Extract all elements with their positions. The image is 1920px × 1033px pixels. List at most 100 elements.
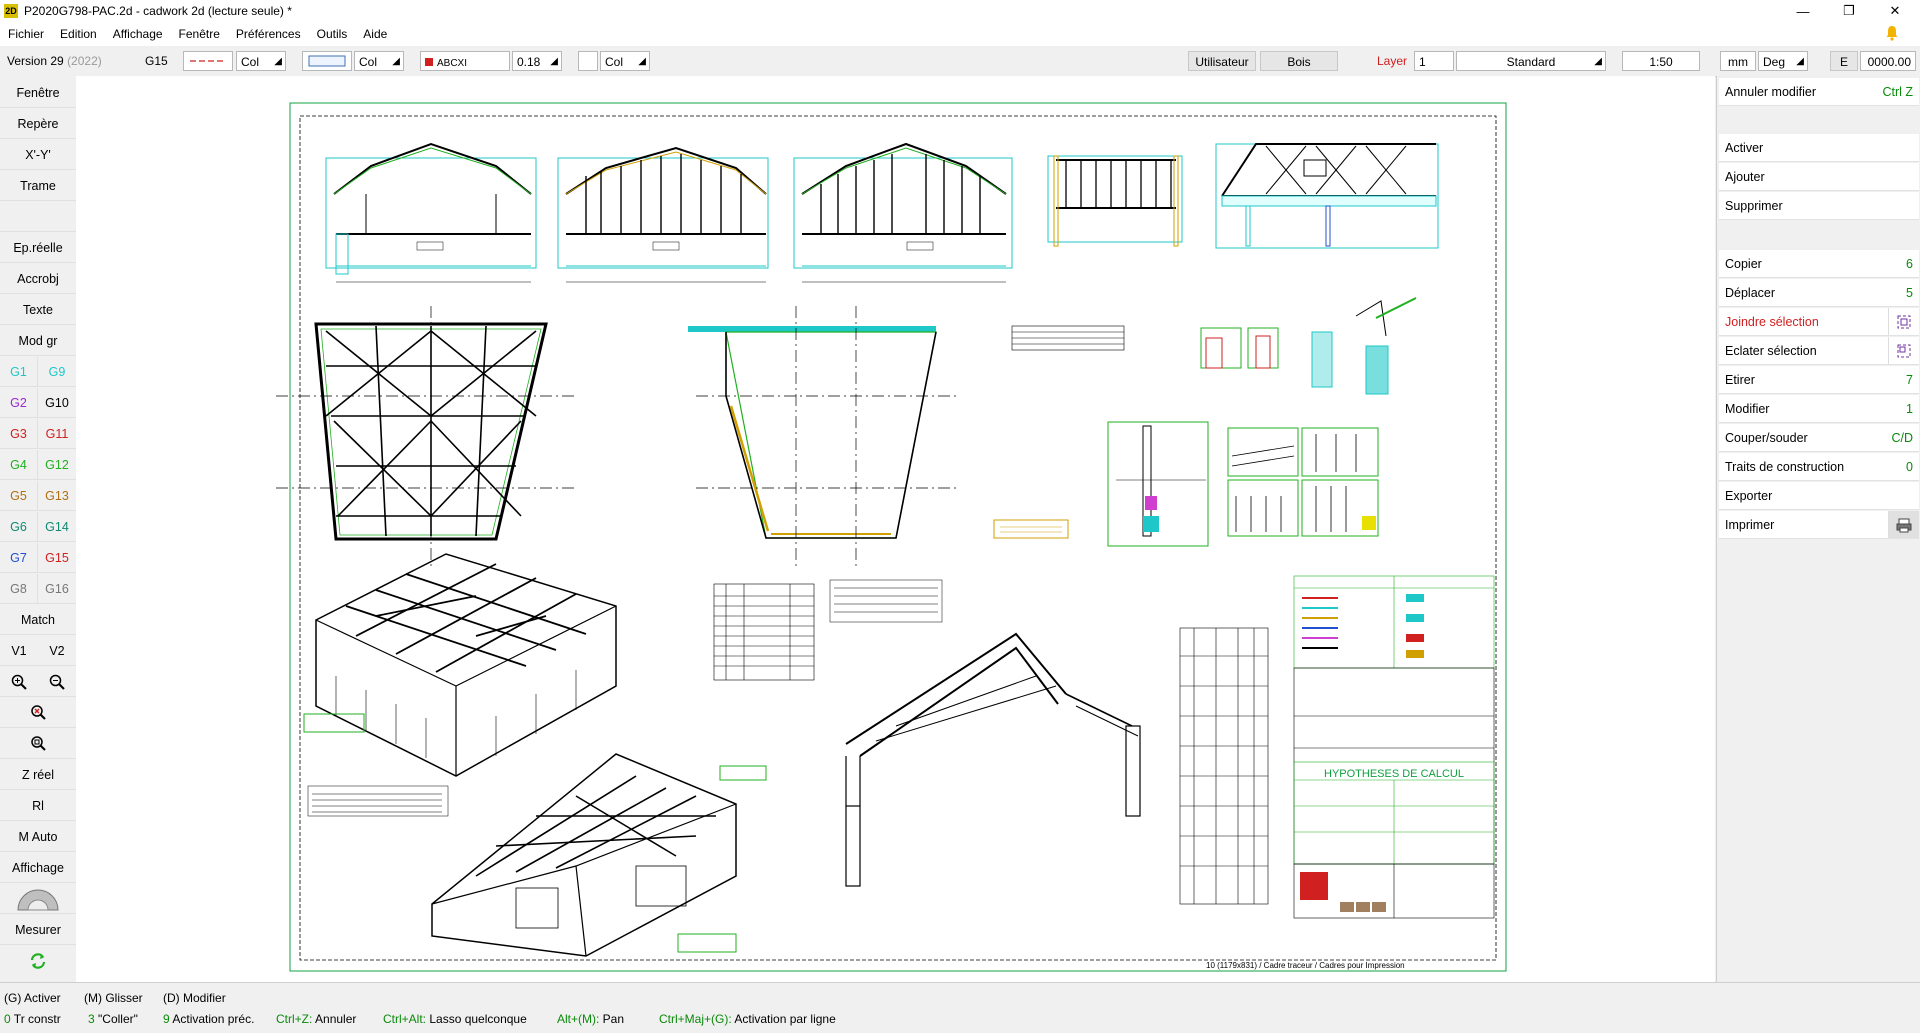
section-view-4 xyxy=(1047,155,1183,247)
trame-button[interactable]: Trame xyxy=(0,171,76,201)
e-button[interactable]: E xyxy=(1830,51,1858,71)
accrobj-button[interactable]: Accrobj xyxy=(0,264,76,294)
group-button-g9[interactable]: G9 xyxy=(38,357,76,387)
restore-button[interactable]: ❐ xyxy=(1826,0,1872,22)
text-style-selector[interactable]: ABCXI xyxy=(420,51,510,71)
unit-selector[interactable]: mm xyxy=(1720,51,1756,71)
menu-preferences[interactable]: Préférences xyxy=(228,27,309,41)
fenetre-button[interactable]: Fenêtre xyxy=(0,78,76,108)
e-value-field[interactable]: 0000.00 xyxy=(1860,51,1916,71)
zoom-all-button[interactable] xyxy=(0,729,76,759)
fill-type-selector[interactable] xyxy=(302,51,352,71)
z-reel-button[interactable]: Z réel xyxy=(0,760,76,790)
app-icon: 2D xyxy=(4,4,18,18)
menu-aide[interactable]: Aide xyxy=(355,27,395,41)
modifier-button[interactable]: Modifier 1 xyxy=(1719,395,1919,423)
note-block xyxy=(307,785,449,817)
group-button-g12[interactable]: G12 xyxy=(38,450,76,480)
menu-fichier[interactable]: Fichier xyxy=(0,27,52,41)
repere-button[interactable]: Repère xyxy=(0,109,76,139)
pattern-color-selector[interactable]: Col ◢ xyxy=(600,51,650,71)
menu-edition[interactable]: Edition xyxy=(52,27,105,41)
group-button-g15[interactable]: G15 xyxy=(38,543,76,573)
affichage-button[interactable]: Affichage xyxy=(0,853,76,883)
copier-button[interactable]: Copier 6 xyxy=(1719,250,1919,278)
deplacer-button[interactable]: Déplacer 5 xyxy=(1719,279,1919,307)
dropdown-arrow-icon: ◢ xyxy=(638,56,646,67)
group-button-g11[interactable]: G11 xyxy=(38,419,76,449)
m-auto-button[interactable]: M Auto xyxy=(0,822,76,852)
line-width-selector[interactable]: 0.18 ◢ xyxy=(512,51,562,71)
texte-button[interactable]: Texte xyxy=(0,295,76,325)
couper-souder-button[interactable]: Couper/souder C/D xyxy=(1719,424,1919,452)
rl-button[interactable]: Rl xyxy=(0,791,76,821)
menu-affichage[interactable]: Affichage xyxy=(105,27,171,41)
window-title: P2020G798-PAC.2d - cadwork 2d (lecture s… xyxy=(24,4,292,18)
menu-outils[interactable]: Outils xyxy=(309,27,356,41)
group-button-g13[interactable]: G13 xyxy=(38,481,76,511)
zoom-previous-button[interactable] xyxy=(0,698,76,728)
protractor-button[interactable] xyxy=(0,884,76,914)
group-button-g3[interactable]: G3 xyxy=(0,419,38,449)
material-button[interactable]: Bois xyxy=(1260,51,1338,71)
zoom-out-button[interactable] xyxy=(38,667,76,697)
rectangle-fill-icon xyxy=(308,55,346,67)
bell-icon[interactable] xyxy=(1884,24,1900,42)
supprimer-button[interactable]: Supprimer xyxy=(1719,192,1919,220)
angle-unit-selector[interactable]: Deg ◢ xyxy=(1758,51,1808,71)
group-button-g6[interactable]: G6 xyxy=(0,512,38,542)
zoom-in-button[interactable] xyxy=(0,667,38,697)
layer-value[interactable]: 1 xyxy=(1414,51,1454,71)
hint-coller: 3 "Coller" xyxy=(88,1012,138,1026)
etirer-button[interactable]: Etirer 7 xyxy=(1719,366,1919,394)
group-button-g2[interactable]: G2 xyxy=(0,388,38,418)
ajouter-button[interactable]: Ajouter xyxy=(1719,163,1919,191)
joindre-selection-button[interactable]: Joindre sélection xyxy=(1719,308,1919,336)
user-button[interactable]: Utilisateur xyxy=(1188,51,1256,71)
group-button-g5[interactable]: G5 xyxy=(0,481,38,511)
left-tool-panel: Fenêtre Repère X'-Y' Trame Ep.réelle Acc… xyxy=(0,76,77,982)
refresh-button[interactable] xyxy=(0,946,76,976)
traits-construction-button[interactable]: Traits de construction 0 xyxy=(1719,453,1919,481)
right-command-panel: Annuler modifier Ctrl Z Activer Ajouter S… xyxy=(1716,76,1920,982)
activer-button[interactable]: Activer xyxy=(1719,134,1919,162)
join-selection-icon xyxy=(1888,308,1919,335)
match-button[interactable]: Match xyxy=(0,605,76,635)
version-label: Version 29 (2022) xyxy=(7,54,102,68)
group-button-g4[interactable]: G4 xyxy=(0,450,38,480)
hint-pan: Alt+(M): Pan xyxy=(557,1012,625,1026)
v2-button[interactable]: V2 xyxy=(38,636,76,666)
dropdown-arrow-icon: ◢ xyxy=(1796,56,1804,67)
group-button-g1[interactable]: G1 xyxy=(0,357,38,387)
group-button-g8[interactable]: G8 xyxy=(0,574,38,604)
line-color-selector[interactable]: Col ◢ xyxy=(236,51,286,71)
group-button-g14[interactable]: G14 xyxy=(38,512,76,542)
scale-field[interactable]: 1:50 xyxy=(1622,51,1700,71)
group-button-g16[interactable]: G16 xyxy=(38,574,76,604)
close-button[interactable]: ✕ xyxy=(1872,0,1918,22)
mesurer-button[interactable]: Mesurer xyxy=(0,915,76,945)
fill-color-selector[interactable]: Col ◢ xyxy=(354,51,404,71)
hint-annuler: Ctrl+Z: Annuler xyxy=(276,1012,357,1026)
exporter-button[interactable]: Exporter xyxy=(1719,482,1919,510)
group-button-g10[interactable]: G10 xyxy=(38,388,76,418)
parts-list-2 xyxy=(829,579,943,623)
drawing-canvas[interactable]: HYPOTHESES DE CALCUL 10 (1179x831) / Cad… xyxy=(76,76,1715,982)
v1-button[interactable]: V1 xyxy=(0,636,38,666)
ep-reelle-button[interactable]: Ep.réelle xyxy=(0,233,76,263)
zoom-all-icon xyxy=(31,736,46,751)
group-button-g7[interactable]: G7 xyxy=(0,543,38,573)
menu-fenetre[interactable]: Fenêtre xyxy=(171,27,228,41)
pattern-swatch[interactable] xyxy=(578,51,598,71)
xy-button[interactable]: X'-Y' xyxy=(0,140,76,170)
note-green-1 xyxy=(303,713,365,733)
style-selector[interactable]: Standard ◢ xyxy=(1456,51,1606,71)
layer-label[interactable]: Layer xyxy=(1372,51,1412,71)
undo-button[interactable]: Annuler modifier Ctrl Z xyxy=(1719,78,1919,106)
eclater-selection-button[interactable]: Eclater sélection xyxy=(1719,337,1919,365)
drawing-sheet: HYPOTHESES DE CALCUL 10 (1179x831) / Cad… xyxy=(276,102,1507,972)
minimize-button[interactable]: — xyxy=(1780,0,1826,22)
imprimer-button[interactable]: Imprimer xyxy=(1719,511,1919,539)
line-type-selector[interactable] xyxy=(183,51,233,71)
mod-gr-button[interactable]: Mod gr xyxy=(0,326,76,356)
